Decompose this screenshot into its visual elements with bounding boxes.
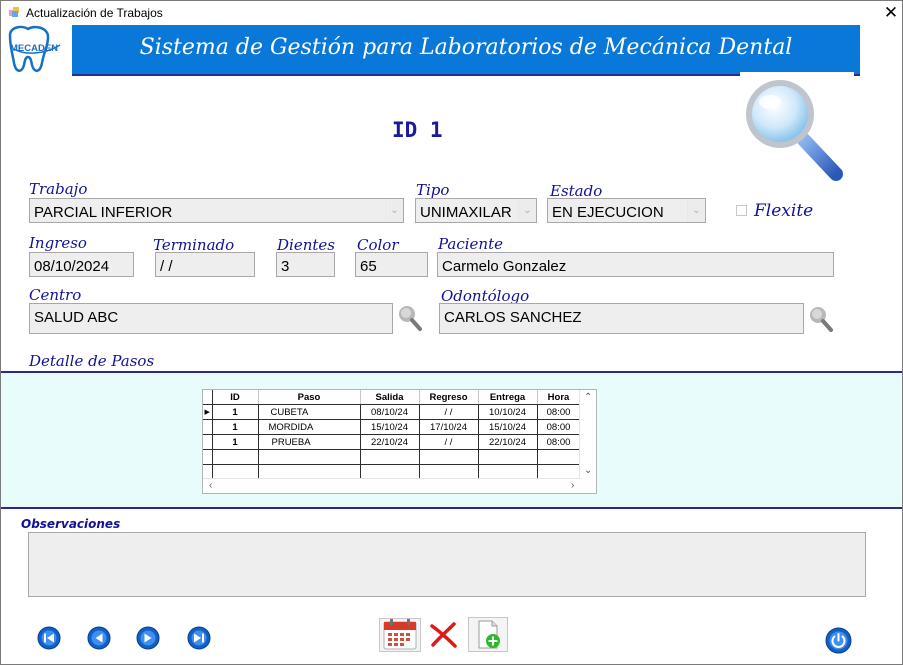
estado-value: EN EJECUCION [552,204,664,221]
trabajo-label: Trabajo [29,180,88,198]
cell-salida[interactable] [360,449,420,465]
table-header: ID Paso Salida Regreso Entrega Hora [203,390,581,405]
flexite-label[interactable]: Flexite [754,201,813,221]
tipo-value: UNIMAXILAR [420,204,512,221]
chevron-down-icon[interactable]: ⌄ [518,199,536,222]
vertical-scrollbar[interactable]: ⌃ ⌄ [579,390,596,478]
cell-paso[interactable]: PRUEBA [258,434,361,450]
table-row[interactable] [203,449,581,465]
column-header[interactable]: ID [212,390,259,405]
odontologo-field[interactable]: CARLOS SANCHEZ [439,303,804,334]
column-header[interactable]: Salida [360,390,420,405]
chevron-down-icon[interactable]: ⌄ [584,466,592,476]
cell-regreso[interactable]: 17/10/24 [419,419,479,435]
ingreso-field[interactable]: 08/10/2024 [29,252,134,277]
color-field[interactable]: 65 [355,252,428,277]
cell-paso[interactable]: MORDIDA [258,419,361,435]
first-record-icon[interactable] [37,626,61,650]
last-record-icon[interactable] [187,626,211,650]
close-button[interactable]: ✕ [882,3,900,23]
search-odontologo-icon[interactable] [808,305,834,333]
estado-combo[interactable]: EN EJECUCION ⌄ [547,198,706,223]
power-icon[interactable] [825,627,852,654]
column-header[interactable]: Paso [258,390,361,405]
paciente-label: Paciente [438,235,504,253]
row-indicator[interactable] [203,449,213,465]
detalle-label: Detalle de Pasos [29,352,155,370]
observaciones-field[interactable] [28,532,866,597]
trabajo-value: PARCIAL INFERIOR [34,204,173,221]
chevron-left-icon[interactable]: ‹ [209,481,212,491]
chevron-right-icon[interactable]: › [571,481,574,491]
next-record-icon[interactable] [136,626,160,650]
centro-label: Centro [29,286,82,304]
cell-regreso[interactable] [419,449,479,465]
cell-hora[interactable]: 08:00 [537,419,581,435]
window-title: Actualización de Trabajos [26,6,163,20]
cell-hora[interactable]: 08:00 [537,434,581,450]
row-indicator[interactable] [203,419,213,435]
search-centro-icon[interactable] [397,304,423,332]
pasos-table: ID Paso Salida Regreso Entrega Hora ▶ 1 … [203,390,581,480]
cell-regreso[interactable]: / / [419,404,479,420]
calendar-icon[interactable] [379,618,421,652]
previous-record-icon[interactable] [87,626,111,650]
cell-entrega[interactable]: 15/10/24 [478,419,538,435]
banner-title: Sistema de Gestión para Laboratorios de … [139,35,793,60]
row-indicator-icon[interactable]: ▶ [203,404,213,420]
tipo-label: Tipo [416,181,450,199]
cell-entrega[interactable] [478,449,538,465]
trabajo-combo[interactable]: PARCIAL INFERIOR ⌄ [29,198,404,223]
column-header[interactable]: Regreso [419,390,479,405]
observaciones-label: Observaciones [21,517,121,531]
table-row[interactable]: 1 MORDIDA 15/10/24 17/10/24 15/10/24 08:… [203,419,581,435]
title-bar: Actualización de Trabajos ✕ [1,1,902,24]
row-indicator[interactable] [203,434,213,450]
chevron-down-icon[interactable]: ⌄ [385,199,403,222]
cell-salida[interactable]: 15/10/24 [360,419,420,435]
record-id-label: ID 1 [392,118,443,142]
cell-hora[interactable]: 08:00 [537,404,581,420]
cell-hora[interactable] [537,449,581,465]
dientes-field[interactable]: 3 [276,252,335,277]
delete-icon[interactable] [429,622,459,648]
column-header[interactable]: Hora [537,390,581,405]
cell-id[interactable]: 1 [212,419,259,435]
cell-entrega[interactable]: 22/10/24 [478,434,538,450]
terminado-field[interactable]: / / [155,252,255,277]
cell-id[interactable]: 1 [212,404,259,420]
cell-entrega[interactable]: 10/10/24 [478,404,538,420]
cell-id[interactable] [212,449,259,465]
table-row[interactable]: 1 PRUEBA 22/10/24 / / 22/10/24 08:00 [203,434,581,450]
add-document-icon[interactable] [468,617,508,652]
cell-id[interactable]: 1 [212,434,259,450]
chevron-up-icon[interactable]: ⌃ [584,393,592,403]
header-banner: Sistema de Gestión para Laboratorios de … [72,25,860,76]
flexite-checkbox[interactable] [736,205,747,216]
ingreso-label: Ingreso [29,234,87,252]
column-header[interactable]: Entrega [478,390,538,405]
cell-paso[interactable] [258,449,361,465]
logo-text: MECADEN [10,43,58,54]
header-indicator [203,390,213,405]
table-row[interactable]: ▶ 1 CUBETA 08/10/24 / / 10/10/24 08:00 [203,404,581,420]
paciente-field[interactable]: Carmelo Gonzalez [437,252,834,277]
big-magnifier-icon[interactable] [742,76,846,182]
mecaden-logo: MECADEN [8,25,61,72]
horizontal-scrollbar[interactable]: ‹ › [203,478,582,493]
cell-salida[interactable]: 22/10/24 [360,434,420,450]
chevron-down-icon[interactable]: ⌄ [687,199,705,222]
cell-salida[interactable]: 08/10/24 [360,404,420,420]
app-icon [9,7,19,17]
centro-field[interactable]: SALUD ABC [29,303,393,334]
cell-paso[interactable]: CUBETA [258,404,361,420]
cell-regreso[interactable]: / / [419,434,479,450]
tipo-combo[interactable]: UNIMAXILAR ⌄ [415,198,537,223]
pasos-grid[interactable]: ID Paso Salida Regreso Entrega Hora ▶ 1 … [202,389,597,494]
